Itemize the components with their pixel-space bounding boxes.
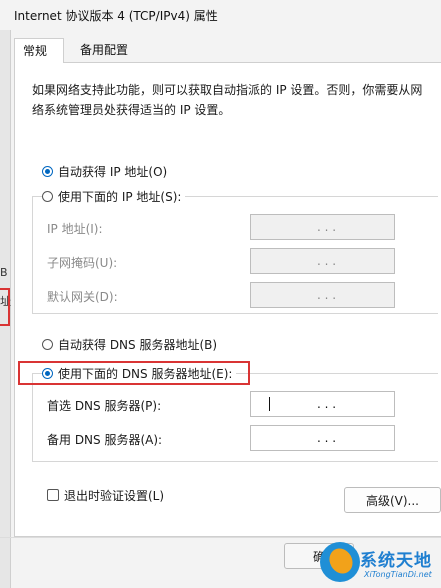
- footer-divider: [0, 537, 441, 538]
- preferred-dns-label: 首选 DNS 服务器(P):: [47, 399, 162, 413]
- ip-address-input[interactable]: . . .: [250, 214, 395, 240]
- advanced-button-label: 高级(V)...: [365, 493, 420, 508]
- preferred-dns-value: . . .: [316, 397, 337, 411]
- tab-alternate-configuration[interactable]: 备用配置: [72, 38, 146, 62]
- validate-on-exit-label: 退出时验证设置(L): [64, 488, 165, 503]
- subnet-mask-input[interactable]: . . .: [250, 248, 395, 274]
- title-bar[interactable]: Internet 协议版本 4 (TCP/IPv4) 属性: [0, 0, 441, 30]
- advanced-button[interactable]: 高级(V)...: [344, 487, 441, 513]
- subnet-mask-value: . . .: [316, 254, 337, 268]
- radio-unchecked-icon: [42, 190, 53, 202]
- checkbox-icon: [47, 489, 59, 501]
- manual-dns-radio[interactable]: 使用下面的 DNS 服务器地址(E):: [42, 364, 237, 382]
- tab-general[interactable]: 常规: [14, 38, 64, 63]
- ip-address-value: . . .: [316, 220, 337, 234]
- description-line: 络系统管理员处获得适当的 IP 设置。: [32, 103, 231, 117]
- default-gateway-value: . . .: [316, 288, 337, 302]
- auto-dns-radio[interactable]: 自动获得 DNS 服务器地址(B): [42, 335, 217, 353]
- description-text: 如果网络支持此功能，则可以获取自动指派的 IP 设置。否则，你需要从网 络系统管…: [32, 80, 432, 120]
- default-gateway-label: 默认网关(D):: [47, 290, 118, 304]
- alternate-dns-value: . . .: [316, 431, 337, 445]
- default-gateway-input[interactable]: . . .: [250, 282, 395, 308]
- radio-unchecked-icon: [42, 338, 53, 350]
- ip-address-label: IP 地址(I):: [47, 222, 103, 236]
- auto-dns-label: 自动获得 DNS 服务器地址(B): [58, 337, 218, 352]
- preferred-dns-input[interactable]: . . .: [250, 391, 395, 417]
- alternate-dns-label: 备用 DNS 服务器(A):: [47, 433, 163, 447]
- background-text: B: [0, 266, 8, 279]
- logo-title: 系统天地: [360, 551, 432, 571]
- manual-ip-radio[interactable]: 使用下面的 IP 地址(S):: [42, 187, 186, 205]
- watermark-logo: 系统天地 XiTongTianDi.net: [316, 540, 441, 588]
- radio-checked-icon: [42, 165, 53, 177]
- auto-ip-label: 自动获得 IP 地址(O): [58, 164, 168, 179]
- subnet-mask-label: 子网掩码(U):: [47, 256, 118, 270]
- auto-ip-radio[interactable]: 自动获得 IP 地址(O): [42, 162, 167, 180]
- manual-ip-label: 使用下面的 IP 地址(S):: [58, 189, 182, 204]
- text-caret: [269, 397, 270, 411]
- description-line: 如果网络支持此功能，则可以获取自动指派的 IP 设置。否则，你需要从网: [32, 83, 423, 97]
- logo-subtitle: XiTongTianDi.net: [364, 570, 432, 579]
- background-highlight: [0, 288, 10, 326]
- manual-dns-label: 使用下面的 DNS 服务器地址(E):: [58, 366, 233, 381]
- radio-checked-icon: [42, 367, 53, 379]
- window-title: Internet 协议版本 4 (TCP/IPv4) 属性: [14, 9, 218, 23]
- alternate-dns-input[interactable]: . . .: [250, 425, 395, 451]
- validate-on-exit-checkbox[interactable]: 退出时验证设置(L): [47, 486, 164, 504]
